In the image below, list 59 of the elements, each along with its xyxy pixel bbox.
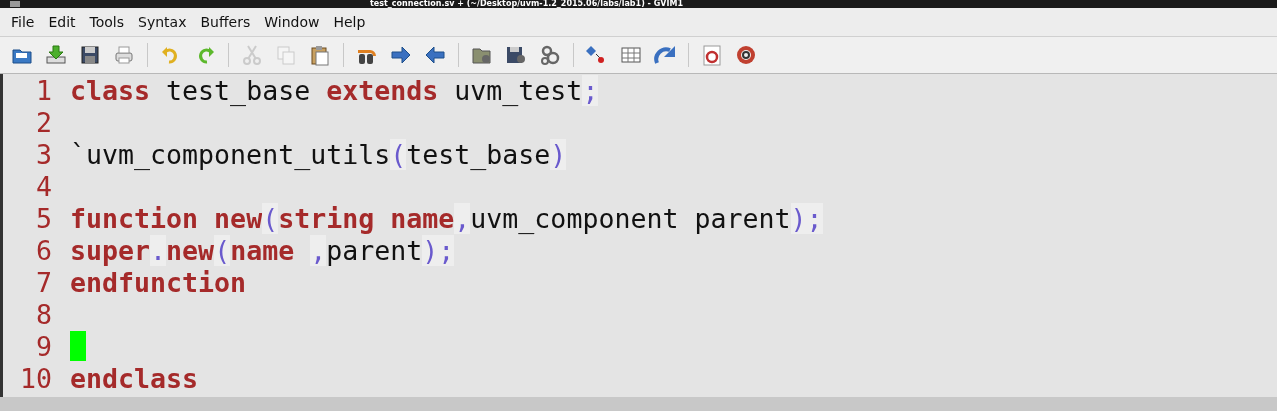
- punctuation-text: ): [550, 138, 567, 170]
- floppy-gear-icon: [505, 44, 527, 66]
- line-number: 8: [35, 298, 52, 330]
- menu-item[interactable]: Help: [326, 14, 373, 30]
- clipboard-icon: [309, 44, 331, 66]
- line-number: 5: [35, 202, 52, 234]
- copy-icon: [275, 44, 297, 66]
- download-icon: [45, 44, 67, 66]
- punctuation-text: .: [150, 234, 167, 266]
- punctuation-text: );: [422, 234, 455, 266]
- code-text: parent: [326, 234, 423, 266]
- punctuation-text: (: [262, 202, 279, 234]
- line-number: 2: [35, 106, 52, 138]
- line-number: 3: [35, 138, 52, 170]
- code-text: test_base: [165, 74, 312, 106]
- keyword-text: name: [390, 202, 455, 234]
- lifebuoy-page-icon: [701, 44, 723, 66]
- line-number: 1: [35, 74, 52, 106]
- line-number: 9: [35, 330, 52, 362]
- punctuation-text: ;: [582, 74, 599, 106]
- code-text: uvm_test: [453, 74, 583, 106]
- keyword-text: new: [166, 234, 215, 266]
- punctuation-text: );: [790, 202, 823, 234]
- line-number: 6: [35, 234, 52, 266]
- keyword-text: endclass: [70, 362, 199, 394]
- scissors-icon: [241, 44, 263, 66]
- menu-item[interactable]: Buffers: [193, 14, 258, 30]
- left-arrow-icon: [424, 44, 446, 66]
- line-number: 10: [18, 362, 52, 394]
- keyword-text: function: [70, 202, 200, 234]
- printer-icon: [113, 44, 135, 66]
- window-title: test_connection.sv + (~/Desktop/uvm-1.2_2015.06/labs/lab1) - GVIM1: [370, 0, 683, 8]
- keyword-text: endfunction: [70, 266, 247, 298]
- menu-item[interactable]: Syntax: [131, 14, 194, 30]
- punctuation-text: ,: [310, 234, 327, 266]
- punctuation-text: (: [390, 138, 407, 170]
- keyword-text: extends: [326, 74, 439, 106]
- menu-item[interactable]: Edit: [41, 14, 83, 30]
- right-arrow-icon: [390, 44, 412, 66]
- keyword-text: string: [278, 202, 376, 234]
- code-text: test_base: [406, 138, 551, 170]
- app-icon: [10, 1, 20, 7]
- punctuation-text: ,: [454, 202, 471, 234]
- keyword-text: name: [230, 234, 296, 266]
- line-number: 4: [35, 170, 52, 202]
- menu-item[interactable]: Window: [257, 14, 327, 30]
- curved-arrow-icon: [654, 44, 676, 66]
- code-text: uvm_component parent: [470, 202, 791, 234]
- lifebuoy-icon: [735, 44, 757, 66]
- keyword-text: super: [70, 234, 151, 266]
- gears-icon: [539, 44, 561, 66]
- punctuation-text: (: [214, 234, 231, 266]
- table-icon: [620, 44, 642, 66]
- menu-item[interactable]: Tools: [82, 14, 132, 30]
- menu-item[interactable]: File: [4, 14, 42, 30]
- keyword-text: new: [214, 202, 263, 234]
- keyword-text: class: [70, 74, 151, 106]
- code-text: `uvm_component_utils: [70, 138, 391, 170]
- line-number: 7: [35, 266, 52, 298]
